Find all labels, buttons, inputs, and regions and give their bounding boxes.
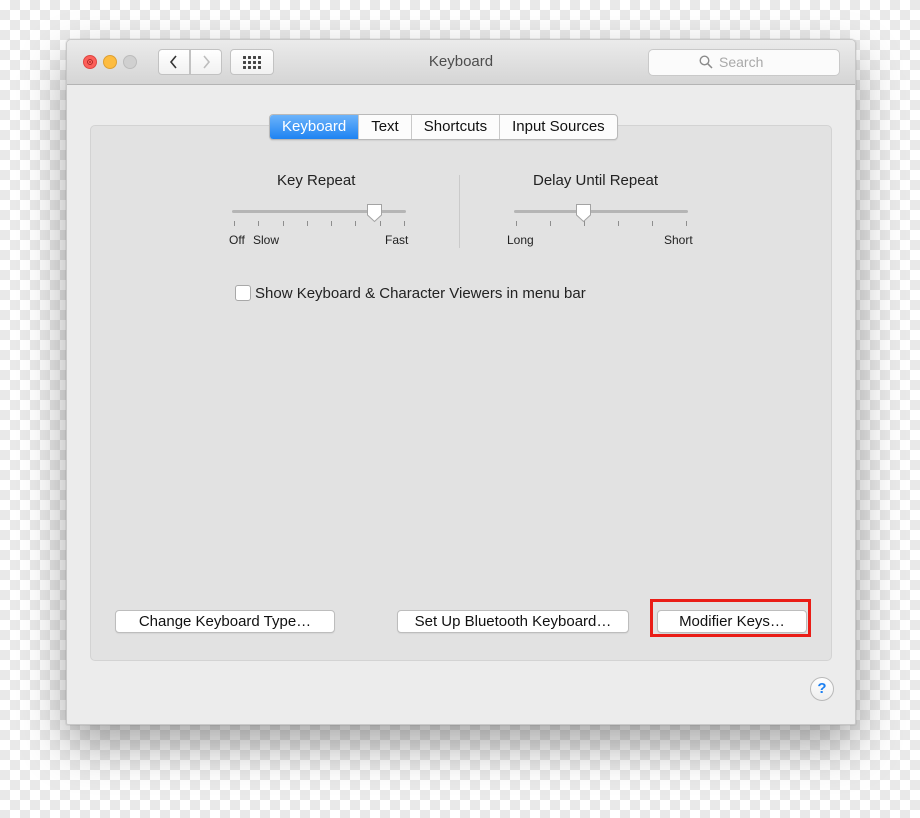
delay-until-repeat-tick <box>550 221 551 226</box>
delay-until-repeat-slider-knob[interactable] <box>575 203 592 223</box>
key-repeat-fast-label: Fast <box>385 233 409 247</box>
show-viewers-checkbox[interactable] <box>235 285 251 301</box>
modifier-keys-highlight <box>650 599 811 637</box>
key-repeat-tick <box>355 221 357 226</box>
delay-long-label: Long <box>507 233 534 247</box>
tab-keyboard[interactable]: Keyboard <box>270 115 359 139</box>
key-repeat-tick <box>234 221 235 226</box>
help-button[interactable]: ? <box>810 677 834 701</box>
key-repeat-slider-knob[interactable] <box>366 203 383 223</box>
slider-divider <box>459 175 460 248</box>
show-viewers-label: Show Keyboard & Character Viewers in men… <box>255 285 586 302</box>
key-repeat-tick <box>258 221 260 226</box>
key-repeat-tick <box>331 221 333 226</box>
keyboard-settings-panel <box>90 125 832 661</box>
delay-until-repeat-tick <box>686 221 687 226</box>
key-repeat-tick <box>306 221 308 226</box>
delay-until-repeat-tick <box>618 221 619 226</box>
key-repeat-tick <box>404 221 405 226</box>
key-repeat-slow-label: Slow <box>253 233 280 247</box>
tab-input-sources[interactable]: Input Sources <box>499 115 617 139</box>
key-repeat-off-label: Off <box>229 233 245 247</box>
change-keyboard-type-button[interactable]: Change Keyboard Type… <box>115 610 335 633</box>
delay-until-repeat-tick <box>652 221 653 226</box>
tab-text[interactable]: Text <box>358 115 411 139</box>
key-repeat-tick <box>282 221 284 226</box>
keyboard-preferences-window: Keyboard Search Keyboard Text Shortcuts … <box>66 39 856 725</box>
title-bar: Keyboard Search <box>67 40 855 85</box>
delay-until-repeat-title: Delay Until Repeat <box>533 172 659 189</box>
search-placeholder: Search <box>719 54 764 70</box>
search-icon <box>699 55 713 69</box>
delay-until-repeat-tick <box>516 221 517 226</box>
tab-shortcuts[interactable]: Shortcuts <box>410 115 499 139</box>
key-repeat-title: Key Repeat <box>277 172 356 189</box>
set-up-bluetooth-keyboard-button[interactable]: Set Up Bluetooth Keyboard… <box>397 610 629 633</box>
tab-bar: Keyboard Text Shortcuts Input Sources <box>269 114 618 140</box>
delay-until-repeat-track[interactable] <box>514 210 688 213</box>
delay-short-label: Short <box>664 233 693 247</box>
search-field[interactable]: Search <box>648 49 840 76</box>
